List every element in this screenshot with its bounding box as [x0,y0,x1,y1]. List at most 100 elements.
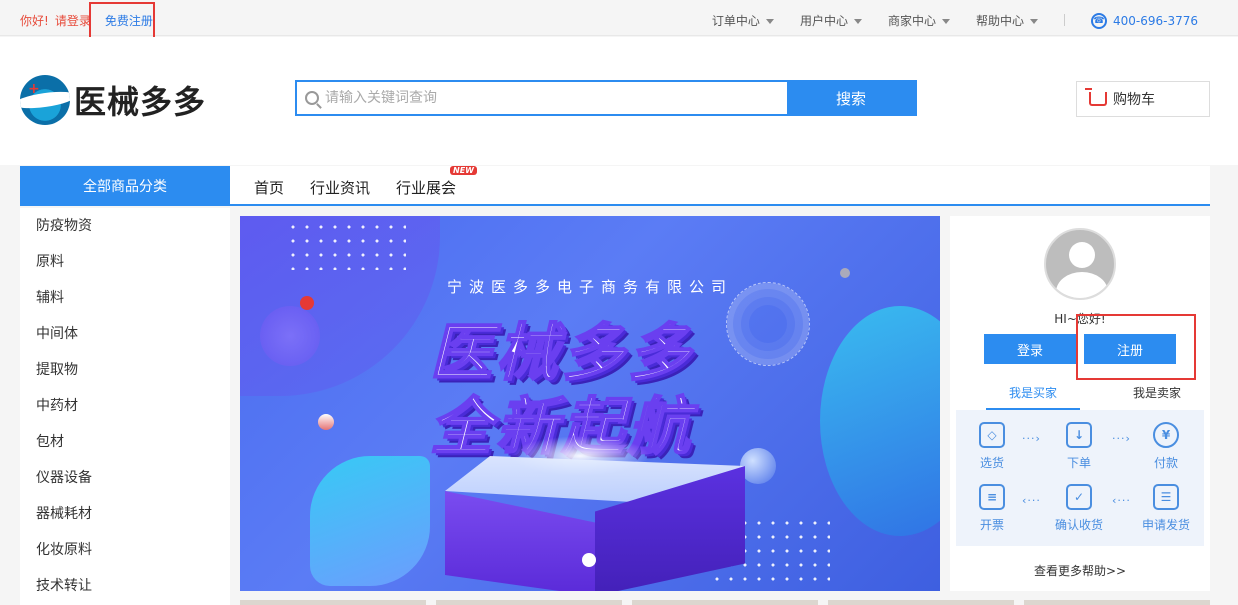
purchase-steps: ◇ 选货 ···› ↓ 下单 ···› ¥ 付款 ≡ 开票 ‹··· ✓ 确认收… [956,410,1204,546]
main-nav: 全部商品分类 首页 行业资讯 行业展会 NEW [20,166,1210,206]
greeting-text: 你好! [20,14,49,28]
step-label: 下单 [1066,456,1091,470]
strip-tile [436,600,622,605]
category-item[interactable]: 包材 [20,424,230,460]
category-item[interactable]: 中间体 [20,316,230,352]
divider [1063,14,1065,26]
carousel-indicator[interactable] [582,553,596,567]
category-item[interactable]: 中药材 [20,388,230,424]
menu-label: 商家中心 [887,14,936,28]
login-button[interactable]: 登录 [984,334,1076,364]
category-item[interactable]: 提取物 [20,352,230,388]
logo[interactable]: 医械多多 [20,75,206,125]
arrow-right-icon: ···› [1112,432,1131,445]
search-input-wrap [297,82,787,114]
new-badge: NEW [450,166,477,175]
search-bar: 搜索 [295,80,917,116]
cart-icon [1085,88,1107,106]
decor-dots [286,220,406,270]
cube-icon: ◇ [979,422,1005,448]
category-item[interactable]: 器械耗材 [20,496,230,532]
step-confirm-receipt[interactable]: ✓ 确认收货 [1049,484,1109,533]
nav-home[interactable]: 首页 [254,177,284,198]
step-request-shipment[interactable]: ☰ 申请发货 [1136,484,1196,533]
menu-label: 帮助中心 [975,14,1024,28]
step-label: 付款 [1153,456,1178,470]
user-panel: HI~您好! 登录 注册 我是买家 我是卖家 ◇ 选货 ···› ↓ 下单 ··… [950,216,1210,591]
nav-industry-news[interactable]: 行业资讯 [310,177,370,198]
category-item[interactable]: 辅料 [20,280,230,316]
logo-icon [20,75,70,125]
phone-icon: ☎ [1090,12,1107,29]
menu-label: 订单中心 [711,14,760,28]
category-item[interactable]: 仪器设备 [20,460,230,496]
avatar-head [1069,242,1095,268]
company-name: 宁波医多多电子商务有限公司 [446,278,733,296]
step-select[interactable]: ◇ 选货 [962,422,1022,471]
highlight-box-register-button [1076,314,1196,380]
strip-tile [632,600,818,605]
menu-order-center[interactable]: 订单中心 [712,12,774,29]
cart-label: 购物车 [1113,92,1155,108]
tab-seller[interactable]: 我是卖家 [1110,382,1204,410]
step-label: 申请发货 [1141,518,1190,532]
decor-shape [820,306,940,536]
step-label: 确认收货 [1054,518,1103,532]
strip-tile [1024,600,1210,605]
arrow-left-icon: ‹··· [1022,494,1041,507]
bottom-strip [240,600,1210,605]
step-label: 选货 [979,456,1004,470]
all-categories-button[interactable]: 全部商品分类 [20,166,230,206]
menu-label: 用户中心 [799,14,848,28]
document-icon: ≡ [979,484,1005,510]
decor-ball [260,306,320,366]
cart-button[interactable]: 购物车 [1076,81,1210,117]
search-input[interactable] [325,90,787,106]
tab-buyer[interactable]: 我是买家 [986,382,1080,410]
nav-links: 首页 行业资讯 行业展会 [254,177,456,198]
arrow-right-icon: ···› [1022,432,1041,445]
top-bar-right: 订单中心 用户中心 商家中心 帮助中心 ☎ 400-696-3776 [712,12,1198,29]
search-icon [305,91,319,105]
step-pay[interactable]: ¥ 付款 [1136,422,1196,471]
decor-ball [318,414,334,430]
chevron-down-icon [765,19,774,24]
decor-box [445,456,745,591]
decor-shape [310,456,430,586]
download-icon: ↓ [1066,422,1092,448]
more-help-link[interactable]: 查看更多帮助>> [950,562,1210,579]
arrow-left-icon: ‹··· [1112,494,1131,507]
search-button[interactable]: 搜索 [787,82,915,114]
category-item[interactable]: 防疫物资 [20,208,230,244]
decor-box-front [445,491,595,591]
phone-number: 400-696-3776 [1112,13,1198,28]
list-arrow-icon: ☰ [1153,484,1179,510]
menu-user-center[interactable]: 用户中心 [800,12,862,29]
avatar-body [1056,272,1108,298]
chevron-down-icon [941,19,950,24]
step-invoice[interactable]: ≡ 开票 [962,484,1022,533]
chevron-down-icon [1029,19,1038,24]
menu-help-center[interactable]: 帮助中心 [976,12,1038,29]
nav-exhibition[interactable]: 行业展会 [396,177,456,198]
check-box-icon: ✓ [1066,484,1092,510]
yen-icon: ¥ [1153,422,1179,448]
login-link[interactable]: 请登录 [55,12,91,29]
slogan-line: 医械多多 [429,315,695,390]
step-label: 开票 [979,518,1004,532]
header: 医械多多 搜索 购物车 [0,37,1238,165]
menu-merchant-center[interactable]: 商家中心 [888,12,950,29]
hotline: ☎ 400-696-3776 [1090,12,1198,29]
strip-tile [240,600,426,605]
top-bar: 你好! 请登录 免费注册 订单中心 用户中心 商家中心 帮助中心 ☎ 400-69… [0,0,1238,36]
step-order[interactable]: ↓ 下单 [1049,422,1109,471]
avatar [1044,228,1116,300]
decor-ball [740,448,776,484]
category-item[interactable]: 原料 [20,244,230,280]
category-item[interactable]: 化妆原料 [20,532,230,568]
chevron-down-icon [853,19,862,24]
category-item[interactable]: 技术转让 [20,568,230,604]
strip-tile [828,600,1014,605]
hero-banner[interactable]: 宁波医多多电子商务有限公司 医械多多 全新起航 [240,216,940,591]
category-sidebar: 防疫物资 原料 辅料 中间体 提取物 中药材 包材 仪器设备 器械耗材 化妆原料… [20,208,230,605]
